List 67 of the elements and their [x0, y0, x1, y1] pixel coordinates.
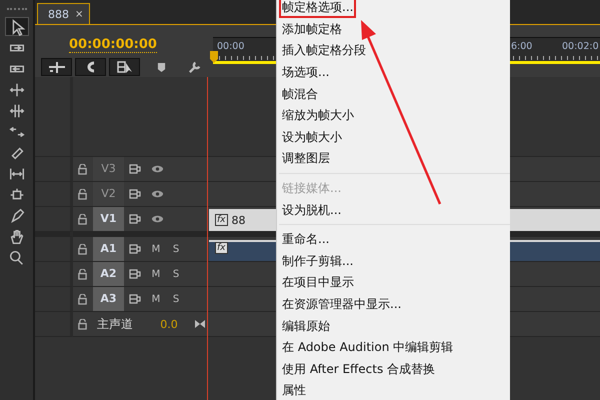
mute-button[interactable]: M — [146, 268, 166, 280]
mute-button[interactable]: M — [146, 294, 166, 304]
menu-item[interactable]: 编辑原始 — [279, 315, 510, 337]
menu-item[interactable]: 帧混合 — [279, 83, 510, 105]
ruler-label: 6:00 — [511, 41, 532, 52]
sync-icon[interactable] — [129, 244, 141, 254]
fx-badge: fx — [215, 214, 228, 226]
sync-icon[interactable] — [129, 214, 141, 224]
menu-item[interactable]: 帧定格选项... — [279, 0, 510, 19]
lock-icon[interactable] — [78, 214, 87, 224]
clip-name: 88 — [232, 214, 246, 226]
fx-badge: fx — [215, 242, 228, 254]
track-name[interactable]: A3 — [93, 287, 124, 311]
eye-icon[interactable] — [151, 215, 164, 223]
sync-icon[interactable] — [129, 164, 141, 174]
menu-item[interactable]: 添加帧定格 — [279, 18, 510, 40]
tab-title: 888 — [48, 8, 69, 20]
lock-icon[interactable] — [78, 188, 87, 200]
menu-item[interactable]: 使用 After Effects 合成替换 — [279, 358, 510, 380]
menu-item[interactable]: 缩放为帧大小 — [279, 104, 510, 127]
insert-edit-icon[interactable] — [41, 58, 72, 76]
grid-cursor-icon[interactable] — [109, 58, 140, 76]
volume-value[interactable]: 0.0 — [149, 318, 189, 330]
solo-button[interactable]: S — [166, 294, 186, 304]
timecode[interactable]: 00:00:00:00 — [69, 37, 157, 53]
wrench-icon[interactable] — [187, 60, 202, 74]
solo-button[interactable]: S — [166, 244, 186, 254]
lock-icon[interactable] — [78, 318, 87, 330]
rolling-icon — [8, 102, 26, 120]
track-name[interactable]: A1 — [93, 237, 124, 261]
track-name: 主声道 — [96, 316, 134, 332]
menu-item[interactable]: 插入帧定格分段 — [279, 40, 510, 62]
playhead-icon[interactable] — [210, 51, 218, 63]
select-tool[interactable] — [4, 17, 28, 36]
lock-icon[interactable] — [78, 294, 87, 304]
close-button[interactable]: × — [75, 8, 84, 20]
eye-icon[interactable] — [151, 190, 164, 198]
bowtie-icon[interactable] — [194, 319, 206, 329]
menu-item[interactable]: 设为脱机... — [279, 199, 510, 221]
marker-icon[interactable] — [157, 62, 166, 72]
ripple-icon — [8, 80, 26, 98]
eye-icon[interactable] — [151, 165, 164, 173]
menu-item[interactable]: 在资源管理器中显示... — [279, 294, 510, 316]
menu-item[interactable]: 制作子剪辑... — [279, 250, 510, 272]
mute-button[interactable]: M — [146, 244, 166, 254]
menu-item[interactable]: 属性 — [279, 380, 510, 400]
lock-icon[interactable] — [78, 244, 87, 254]
sync-icon[interactable] — [129, 189, 141, 199]
track-name[interactable]: A2 — [93, 262, 124, 286]
ruler-label: 00:00 — [217, 41, 244, 52]
ruler-label: 00:02:0 — [562, 41, 599, 52]
menu-item[interactable]: 设为帧大小 — [279, 126, 510, 148]
menu-item[interactable]: 在项目中显示 — [279, 272, 510, 294]
sync-icon[interactable] — [129, 294, 141, 304]
sync-icon[interactable] — [129, 269, 141, 279]
track-name[interactable]: V3 — [93, 157, 124, 181]
zoom-icon — [8, 248, 26, 266]
lock-icon[interactable] — [78, 268, 87, 280]
track-name[interactable]: V2 — [93, 182, 124, 206]
track-name[interactable]: V1 — [93, 207, 124, 231]
solo-button[interactable]: S — [166, 268, 186, 280]
sequence-tab[interactable]: 888 × — [37, 3, 90, 24]
menu-item[interactable]: 重命名... — [279, 228, 510, 251]
lock-icon[interactable] — [78, 164, 87, 174]
menu-item[interactable]: 调整图层 — [279, 148, 510, 170]
menu-item[interactable]: 在 Adobe Audition 中编辑剪辑 — [279, 336, 510, 358]
menu-item[interactable]: 场选项... — [279, 62, 510, 84]
